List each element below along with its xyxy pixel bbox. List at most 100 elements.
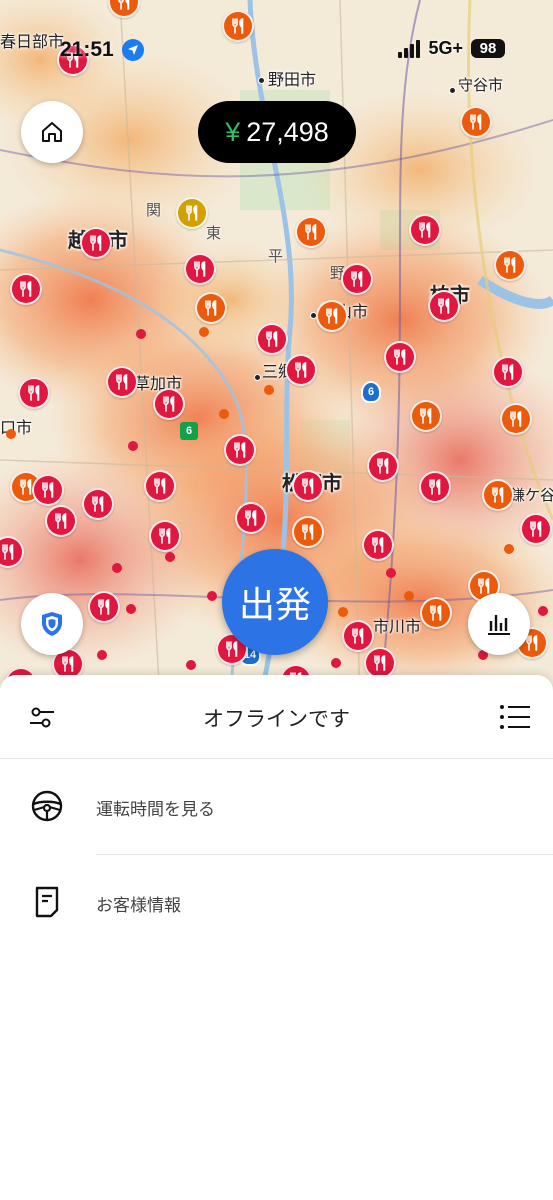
restaurant-icon: [28, 385, 40, 401]
go-online-button[interactable]: 出発: [222, 549, 328, 655]
document-icon: [30, 885, 64, 924]
city-label: 春日部市: [0, 34, 65, 51]
activity-dot: [199, 327, 209, 337]
menu-item-label: 運転時間を見る: [96, 800, 215, 819]
restaurant-icon: [502, 364, 514, 380]
menu-item-driving-time[interactable]: 運転時間を見る: [0, 759, 553, 855]
restaurant-icon: [504, 257, 516, 273]
restaurant-pin: [428, 290, 460, 322]
restaurant-pin: [149, 520, 181, 552]
restaurant-pin: [82, 488, 114, 520]
restaurant-pin: [367, 450, 399, 482]
restaurant-pin: [184, 253, 216, 285]
restaurant-pin: [500, 403, 532, 435]
restaurant-icon: [377, 458, 389, 474]
menu-item-customer-info[interactable]: お客様情報: [0, 855, 553, 951]
bar-chart-icon: [488, 615, 510, 635]
map-region-label: 東: [206, 225, 222, 242]
restaurant-icon: [92, 496, 104, 512]
restaurant-pin: [460, 106, 492, 138]
restaurant-icon: [394, 349, 406, 365]
restaurant-icon: [266, 331, 278, 347]
restaurant-icon: [55, 513, 67, 529]
route-number-badge: 6: [361, 381, 381, 403]
restaurant-icon: [302, 524, 314, 540]
route-number-badge: 6: [180, 422, 198, 440]
location-arrow-icon: [122, 39, 144, 61]
city-dot: [449, 87, 456, 94]
safety-button[interactable]: [21, 593, 83, 655]
activity-dot: [165, 552, 175, 562]
restaurant-pin: [384, 341, 416, 373]
restaurant-icon: [118, 0, 130, 10]
activity-dot: [186, 660, 196, 670]
restaurant-icon: [530, 521, 542, 537]
restaurant-icon: [374, 655, 386, 671]
restaurant-pin: [10, 273, 42, 305]
activity-dot: [128, 441, 138, 451]
restaurant-icon: [42, 482, 54, 498]
restaurant-icon: [438, 298, 450, 314]
city-dot: [258, 77, 265, 84]
restaurant-pin: [88, 591, 120, 623]
restaurant-pin: [295, 216, 327, 248]
activity-dot: [338, 607, 348, 617]
restaurant-pin: [419, 471, 451, 503]
restaurant-icon: [159, 528, 171, 544]
signal-icon: [398, 39, 421, 58]
restaurant-pin: [256, 323, 288, 355]
restaurant-pin: [520, 513, 552, 545]
activity-dot: [538, 606, 548, 616]
restaurant-pin: [492, 356, 524, 388]
restaurant-icon: [492, 487, 504, 503]
earnings-pill[interactable]: ¥ 27,498: [198, 101, 356, 163]
restaurant-pin: [176, 197, 208, 229]
restaurant-pin: [222, 10, 254, 42]
city-dot: [254, 374, 261, 381]
list-icon: [500, 705, 530, 729]
battery-level: 98: [471, 39, 505, 58]
restaurant-icon: [295, 362, 307, 378]
restaurant-pin: [285, 354, 317, 386]
restaurant-icon: [326, 308, 338, 324]
restaurant-pin: [494, 249, 526, 281]
restaurant-icon: [163, 396, 175, 412]
restaurant-pin: [144, 470, 176, 502]
sheet-title: オフラインです: [203, 708, 350, 731]
restaurant-icon: [90, 235, 102, 251]
restaurant-pin: [153, 388, 185, 420]
restaurant-pin: [482, 479, 514, 511]
restaurant-icon: [429, 479, 441, 495]
restaurant-icon: [372, 537, 384, 553]
city-label: 守谷市: [458, 77, 504, 94]
restaurant-icon: [478, 578, 490, 594]
activity-dot: [207, 591, 217, 601]
restaurant-pin: [32, 474, 64, 506]
restaurant-pin: [18, 377, 50, 409]
restaurant-icon: [205, 300, 217, 316]
stats-button[interactable]: [468, 593, 530, 655]
activity-dot: [97, 650, 107, 660]
restaurant-icon: [245, 510, 257, 526]
city-label: 鎌ケ谷: [510, 487, 553, 504]
bottom-sheet: オフラインです 運転時間を見る お客様情報: [0, 675, 553, 1200]
restaurant-icon: [302, 478, 314, 494]
restaurant-icon: [470, 114, 482, 130]
activity-dot: [404, 591, 414, 601]
restaurant-icon: [98, 599, 110, 615]
restaurant-pin: [420, 597, 452, 629]
network-type: 5G+: [428, 38, 463, 58]
activity-dot: [504, 544, 514, 554]
list-button[interactable]: [499, 703, 531, 736]
restaurant-icon: [430, 605, 442, 621]
restaurant-icon: [186, 205, 198, 221]
shield-icon: [42, 612, 62, 636]
restaurant-pin: [342, 620, 374, 652]
home-button[interactable]: [21, 101, 83, 163]
restaurant-pin: [106, 366, 138, 398]
restaurant-pin: [341, 263, 373, 295]
map-region-label: 平: [268, 248, 284, 265]
activity-dot: [126, 604, 136, 614]
restaurant-pin: [235, 502, 267, 534]
restaurant-pin: [292, 516, 324, 548]
